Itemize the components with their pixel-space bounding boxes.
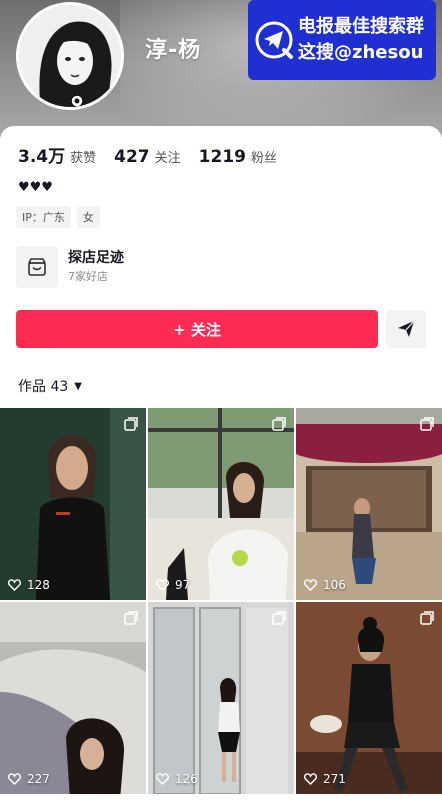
watermark-line-2: 这搜@zhesou <box>298 42 424 63</box>
video-thumbnail <box>296 408 442 600</box>
video-thumbnail <box>296 602 442 794</box>
shop-subtitle: 7家好店 <box>68 270 108 283</box>
video-tile[interactable]: 106 <box>296 408 442 600</box>
like-count: 271 <box>323 772 346 786</box>
video-tile[interactable]: 271 <box>296 602 442 794</box>
stats-row: 3.4万 获赞 427 关注 1219 粉丝 <box>18 142 295 167</box>
avatar-image <box>19 5 121 107</box>
multi-image-icon <box>272 610 286 629</box>
stat-following-label: 关注 <box>154 151 181 166</box>
profile-header: 淳-杨 电报最佳搜索群 这搜@zhesou <box>0 0 442 140</box>
heart-outline-icon <box>304 773 317 785</box>
works-label: 作品 43 <box>18 379 69 395</box>
stat-likes-value: 3.4万 <box>18 147 66 167</box>
multi-image-icon <box>124 416 138 435</box>
multi-image-icon <box>272 416 286 435</box>
telegram-search-icon <box>255 21 293 59</box>
tile-like-count: 227 <box>8 772 50 786</box>
heart-outline-icon <box>156 773 169 785</box>
like-count: 106 <box>323 578 346 592</box>
tile-like-count: 126 <box>156 772 198 786</box>
shop-title: 探店足迹 <box>68 250 124 266</box>
video-thumbnail <box>0 602 146 794</box>
tile-like-count: 97 <box>156 578 190 592</box>
follow-button[interactable]: + 关注 <box>16 310 378 348</box>
heart-outline-icon <box>8 579 21 591</box>
multi-image-icon <box>124 610 138 629</box>
stat-followers-label: 粉丝 <box>250 151 277 166</box>
multi-image-icon <box>420 416 434 435</box>
video-thumbnail <box>148 408 294 600</box>
heart-outline-icon <box>156 579 169 591</box>
tile-like-count: 271 <box>304 772 346 786</box>
tile-like-count: 106 <box>304 578 346 592</box>
stat-followers[interactable]: 1219 粉丝 <box>199 147 277 167</box>
avatar[interactable] <box>16 2 124 110</box>
stat-following[interactable]: 427 关注 <box>114 147 181 167</box>
watermark-line-1: 电报最佳搜索群 <box>298 16 424 37</box>
multi-image-icon <box>420 610 434 629</box>
heart-outline-icon <box>8 773 21 785</box>
video-thumbnail <box>0 408 146 600</box>
video-thumbnail <box>148 602 294 794</box>
video-tile[interactable]: 227 <box>0 602 146 794</box>
shop-visits-entry[interactable]: 探店足迹 7家好店 <box>16 246 124 288</box>
share-button[interactable] <box>386 310 426 348</box>
watermark-banner: 电报最佳搜索群 这搜@zhesou <box>248 0 436 80</box>
heart-outline-icon <box>304 579 317 591</box>
nickname: 淳-杨 <box>145 38 202 63</box>
shop-icon <box>28 258 46 276</box>
tag-gender: 女 <box>76 206 100 228</box>
like-count: 97 <box>175 578 191 592</box>
tag-ip-location: IP：广东 <box>16 206 71 228</box>
video-tile[interactable]: 128 <box>0 408 146 600</box>
signature-text: ♥♥♥ <box>18 180 53 195</box>
tags-row: IP：广东 女 <box>16 206 106 228</box>
video-tile[interactable]: 97 <box>148 408 294 600</box>
stat-likes[interactable]: 3.4万 获赞 <box>18 142 96 167</box>
stat-following-value: 427 <box>114 147 150 167</box>
works-tab[interactable]: 作品 43 ▼ <box>18 376 82 396</box>
signature: ♥♥♥ <box>18 180 54 195</box>
like-count: 227 <box>27 772 50 786</box>
like-count: 126 <box>175 772 198 786</box>
stat-followers-value: 1219 <box>198 147 246 167</box>
shop-icon-box <box>16 246 58 288</box>
stat-likes-label: 获赞 <box>70 151 97 166</box>
tile-like-count: 128 <box>8 578 50 592</box>
dropdown-arrow-icon: ▼ <box>74 380 82 392</box>
video-tile[interactable]: 126 <box>148 602 294 794</box>
like-count: 128 <box>27 578 50 592</box>
send-icon <box>398 320 415 337</box>
